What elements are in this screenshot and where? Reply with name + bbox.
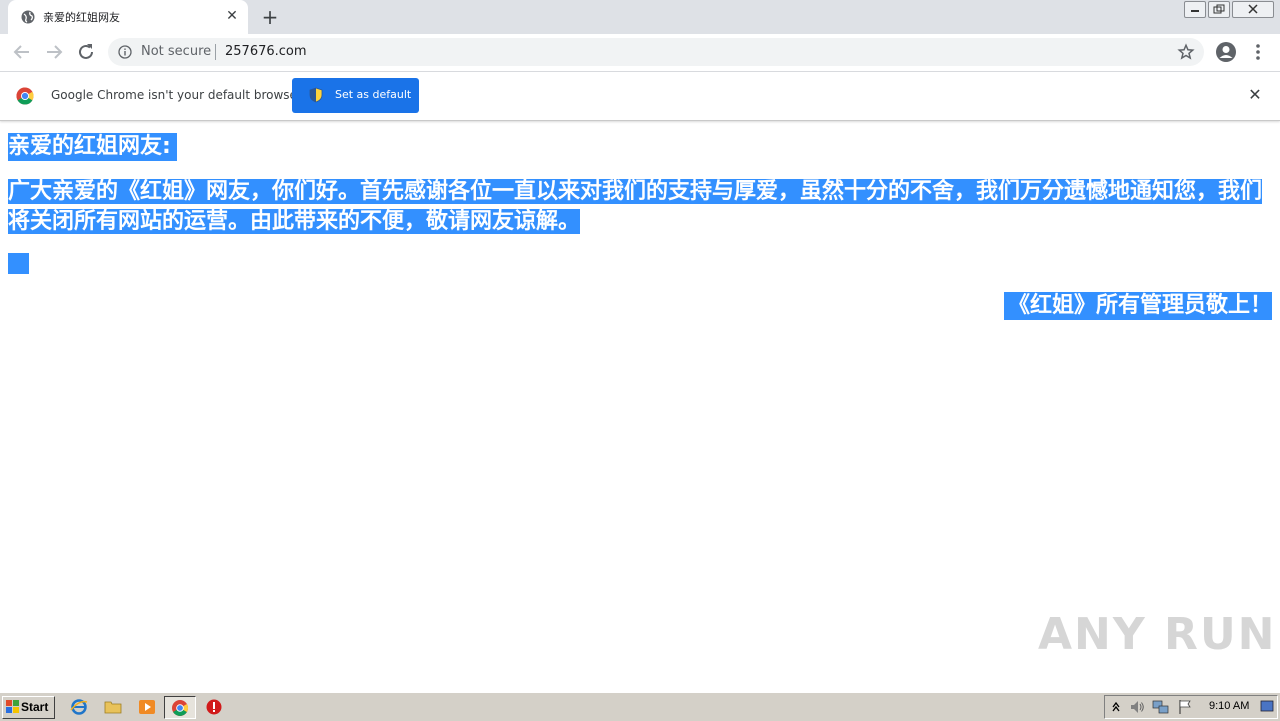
url-text[interactable]: 257676.com — [225, 44, 307, 59]
anyrun-watermark: ANY RUN — [1038, 609, 1277, 660]
media-player-icon[interactable] — [138, 698, 156, 716]
kebab-menu-icon[interactable] — [1250, 42, 1266, 62]
tray-expand-icon[interactable] — [1111, 700, 1121, 714]
tab-strip: 亲爱的红姐网友 ✕ + — [0, 0, 1280, 34]
globe-icon — [21, 10, 35, 24]
tab-close-icon[interactable]: ✕ — [223, 7, 241, 25]
notice-text: 广大亲爱的《红姐》网友，你们好。首先感谢各位一直以来对我们的支持与厚爱，虽然十分… — [8, 179, 1263, 234]
notice-paragraph: 广大亲爱的《红姐》网友，你们好。首先感谢各位一直以来对我们的支持与厚爱，虽然十分… — [8, 177, 1268, 237]
signature: 《红姐》所有管理员敬上！ — [1003, 292, 1272, 320]
uac-shield-icon — [309, 87, 323, 103]
set-as-default-label: Set as default — [335, 88, 412, 101]
restore-icon — [1213, 4, 1225, 14]
network-icon[interactable] — [1152, 699, 1170, 715]
window-close-button[interactable] — [1232, 1, 1274, 18]
windows-logo-icon — [6, 700, 19, 713]
page-content: 亲爱的红姐网友: 广大亲爱的《红姐》网友，你们好。首先感谢各位一直以来对我们的支… — [0, 121, 1280, 691]
taskbar-chrome-button[interactable] — [164, 696, 196, 719]
chrome-logo-icon — [16, 87, 34, 105]
show-desktop-icon[interactable] — [1260, 699, 1274, 715]
stop-sign-icon[interactable] — [205, 698, 223, 716]
infobar-close-icon[interactable]: ✕ — [1246, 86, 1264, 104]
chrome-icon — [172, 700, 188, 716]
tab-title: 亲爱的红姐网友 — [43, 11, 120, 24]
infobar-message: Google Chrome isn't your default browser — [51, 88, 302, 102]
bookmark-star-icon[interactable] — [1177, 43, 1195, 61]
forward-icon[interactable] — [42, 40, 66, 64]
folder-icon[interactable] — [104, 698, 122, 716]
minimize-icon — [1191, 10, 1199, 12]
address-bar[interactable]: Not secure 257676.com — [108, 38, 1204, 66]
page-heading: 亲爱的红姐网友: — [8, 133, 177, 161]
reload-icon[interactable] — [74, 40, 98, 64]
taskbar-clock[interactable]: 9:10 AM — [1209, 700, 1249, 712]
set-as-default-button[interactable]: Set as default — [292, 78, 419, 113]
action-center-flag-icon[interactable] — [1177, 699, 1193, 715]
back-icon[interactable] — [10, 40, 34, 64]
start-label: Start — [21, 700, 49, 714]
system-tray: 9:10 AM — [1104, 695, 1278, 719]
new-tab-button[interactable]: + — [258, 6, 282, 28]
restore-button[interactable] — [1208, 1, 1230, 18]
tab-active[interactable]: 亲爱的红姐网友 ✕ — [8, 0, 248, 34]
volume-icon[interactable] — [1129, 699, 1145, 715]
windows-taskbar: Start 9:10 AM — [0, 692, 1280, 721]
internet-explorer-icon[interactable] — [70, 698, 88, 716]
minimize-button[interactable] — [1184, 1, 1206, 18]
start-button[interactable]: Start — [2, 696, 55, 719]
info-icon[interactable] — [118, 45, 132, 59]
default-browser-infobar: Google Chrome isn't your default browser… — [0, 72, 1280, 121]
omnibox-divider — [215, 44, 216, 60]
close-icon — [1248, 4, 1258, 14]
security-label: Not secure — [141, 44, 212, 59]
selected-empty-line — [8, 253, 29, 274]
browser-toolbar: Not secure 257676.com — [0, 34, 1280, 72]
account-icon[interactable] — [1215, 41, 1237, 63]
